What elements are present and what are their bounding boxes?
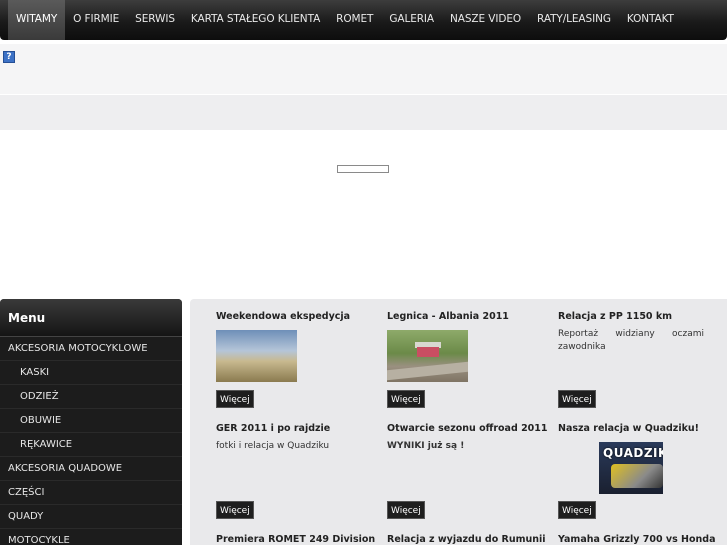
more-button[interactable]: Więcej [216, 390, 254, 408]
nav-item-karta-klienta[interactable]: KARTA STAŁEGO KLIENTA [183, 0, 328, 40]
banner-strip [0, 44, 727, 94]
news-card-title[interactable]: Legnica - Albania 2011 [387, 311, 537, 322]
nav-item-romet[interactable]: ROMET [328, 0, 381, 40]
thumbnail-house [417, 347, 439, 357]
news-card-title[interactable]: Otwarcie sezonu offroad 2011 [387, 423, 548, 434]
news-card: Nasza relacja w Quadziku! [558, 423, 708, 434]
thumbnail-road [387, 361, 468, 381]
page: WITAMY O FIRMIE SERWIS KARTA STAŁEGO KLI… [0, 0, 727, 545]
news-card-title[interactable]: Nasza relacja w Quadziku! [558, 423, 708, 434]
sidebar-item-quady[interactable]: QUADY [0, 505, 182, 529]
more-button[interactable]: Więcej [558, 501, 596, 519]
help-icon[interactable]: ? [3, 51, 15, 63]
more-button[interactable]: Więcej [558, 390, 596, 408]
news-card: Legnica - Albania 2011 [387, 311, 537, 322]
news-grid: Weekendowa ekspedycja Więcej Legnica - A… [190, 299, 727, 545]
nav-item-o-firmie[interactable]: O FIRMIE [65, 0, 127, 40]
news-card-title[interactable]: GER 2011 i po rajdzie [216, 423, 366, 434]
sidebar-item-rekawice[interactable]: RĘKAWICE [0, 433, 182, 457]
nav-item-nasze-video[interactable]: NASZE VIDEO [442, 0, 529, 40]
more-button[interactable]: Więcej [387, 390, 425, 408]
sidebar-item-odziez[interactable]: ODZIEŻ [0, 385, 182, 409]
news-card-thumbnail[interactable]: QUADZIK [599, 442, 663, 494]
news-card: Yamaha Grizzly 700 vs Honda [558, 534, 723, 545]
top-navigation: WITAMY O FIRMIE SERWIS KARTA STAŁEGO KLI… [0, 0, 727, 40]
quadzik-logo: QUADZIK [603, 446, 663, 460]
news-card-text: fotki i relacja w Quadziku [216, 441, 330, 451]
news-card-title[interactable]: Weekendowa ekspedycja [216, 311, 366, 322]
slider-control-button[interactable] [337, 165, 389, 173]
news-card-text: WYNIKI już są ! [387, 441, 465, 451]
sidebar-item-motocykle[interactable]: MOTOCYKLE [0, 529, 182, 545]
news-card-title[interactable]: Relacja z wyjazdu do Rumunii [387, 534, 552, 545]
sidebar-item-akcesoria-motocyklowe[interactable]: AKCESORIA MOTOCYKLOWE [0, 337, 182, 361]
more-button[interactable]: Więcej [387, 501, 425, 519]
sidebar-item-kaski[interactable]: KASKI [0, 361, 182, 385]
news-card-thumbnail[interactable] [387, 330, 468, 382]
news-card: Relacja z PP 1150 km Reportaż widziany o… [558, 311, 704, 354]
news-card: Relacja z wyjazdu do Rumunii [387, 534, 552, 545]
news-card-title[interactable]: Yamaha Grizzly 700 vs Honda [558, 534, 723, 545]
news-card: GER 2011 i po rajdzie fotki i relacja w … [216, 423, 366, 453]
banner-strip-lower [0, 95, 727, 130]
news-card-thumbnail[interactable] [216, 330, 297, 382]
nav-item-kontakt[interactable]: KONTAKT [619, 0, 682, 40]
nav-item-serwis[interactable]: SERWIS [127, 0, 183, 40]
sidebar-menu: Menu AKCESORIA MOTOCYKLOWE KASKI ODZIEŻ … [0, 299, 182, 545]
news-card: Premiera ROMET 249 Division [216, 534, 381, 545]
sidebar-title: Menu [0, 299, 182, 337]
nav-item-raty-leasing[interactable]: RATY/LEASING [529, 0, 619, 40]
thumbnail-quad [611, 464, 663, 488]
news-card-title[interactable]: Premiera ROMET 249 Division [216, 534, 381, 545]
nav-item-galeria[interactable]: GALERIA [381, 0, 442, 40]
sidebar-item-akcesoria-quadowe[interactable]: AKCESORIA QUADOWE [0, 457, 182, 481]
news-card: Weekendowa ekspedycja [216, 311, 366, 322]
sidebar-item-obuwie[interactable]: OBUWIE [0, 409, 182, 433]
news-card-text: Reportaż widziany oczami zawodnika [558, 329, 704, 352]
nav-item-witamy[interactable]: WITAMY [8, 0, 66, 40]
sidebar-item-czesci[interactable]: CZĘŚCI [0, 481, 182, 505]
news-card-title[interactable]: Relacja z PP 1150 km [558, 311, 704, 322]
more-button[interactable]: Więcej [216, 501, 254, 519]
news-card: Otwarcie sezonu offroad 2011 WYNIKI już … [387, 423, 548, 453]
